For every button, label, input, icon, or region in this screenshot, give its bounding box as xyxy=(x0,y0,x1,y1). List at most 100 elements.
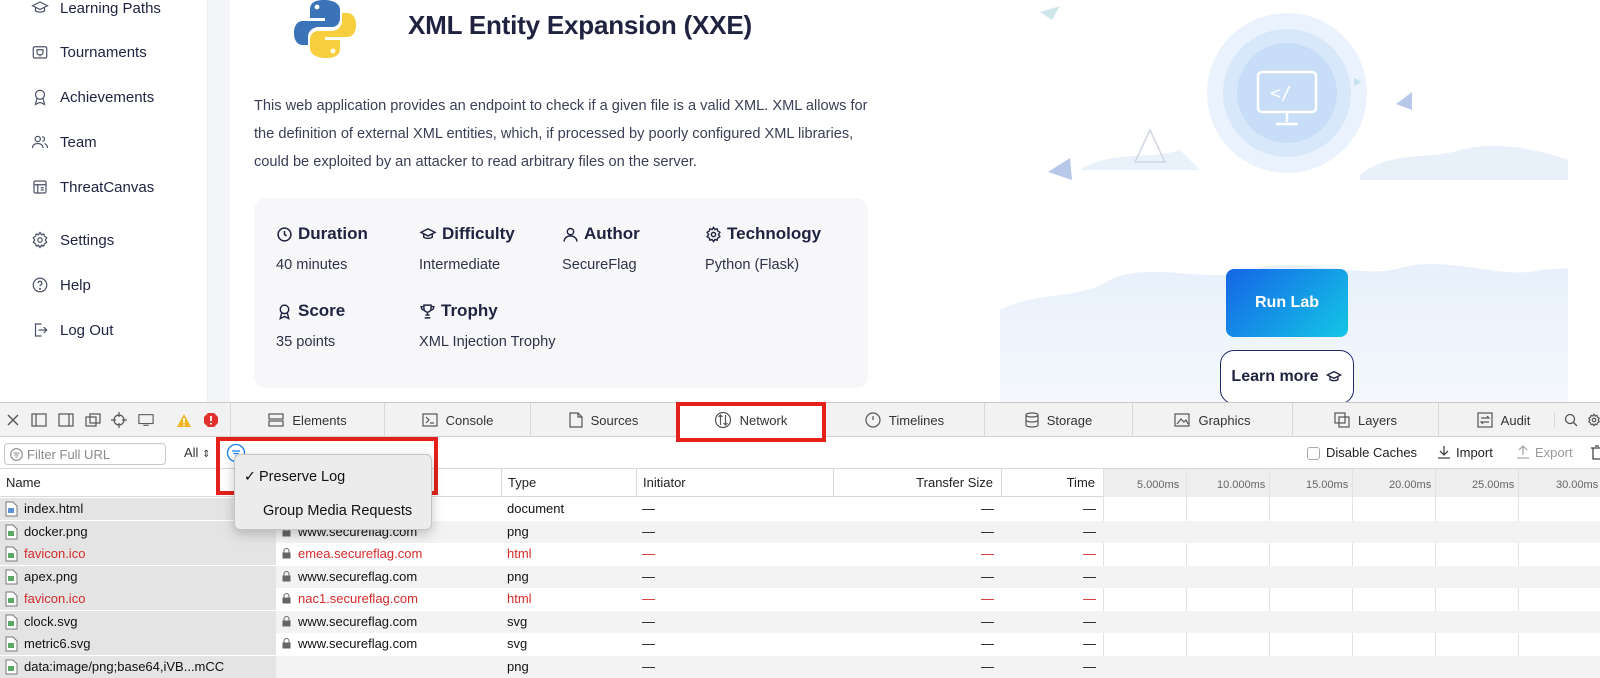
gear-icon xyxy=(30,230,50,250)
device-settings-icon[interactable] xyxy=(138,412,154,428)
sidebar-item-learning-paths[interactable]: Learning Paths xyxy=(30,0,161,20)
error-icon[interactable] xyxy=(203,412,219,428)
table-row[interactable]: favicon.ico nac1.secureflag.com html — — — xyxy=(0,588,1600,610)
technology-heading: Technology xyxy=(705,224,821,244)
request-transfer-size: — xyxy=(981,636,994,651)
column-initiator[interactable]: Initiator xyxy=(636,469,833,497)
request-name: clock.svg xyxy=(0,610,276,633)
request-initiator: — xyxy=(642,523,655,539)
request-name: apex.png xyxy=(0,565,276,588)
database-icon xyxy=(1025,412,1039,428)
run-lab-button[interactable]: Run Lab xyxy=(1226,269,1348,337)
sidebar-item-threatcanvas[interactable]: ThreatCanvas xyxy=(30,175,154,199)
table-row[interactable]: data:image/png;base64,iVB...mCC png — — — xyxy=(0,655,1600,678)
export-button[interactable]: Export xyxy=(1535,445,1573,460)
column-time[interactable]: Time xyxy=(1001,469,1103,497)
column-transfer-size[interactable]: Transfer Size xyxy=(833,469,1001,497)
disable-caches-checkbox[interactable] xyxy=(1307,447,1320,460)
table-row[interactable]: favicon.ico emea.secureflag.com html — — — xyxy=(0,543,1600,565)
request-initiator: — xyxy=(642,546,655,561)
import-button[interactable]: Import xyxy=(1456,445,1493,460)
tab-label: Console xyxy=(445,412,494,428)
request-time: — xyxy=(1083,523,1096,539)
user-icon xyxy=(563,227,578,242)
document-file-icon xyxy=(5,501,18,517)
tab-label: Storage xyxy=(1046,412,1093,428)
learn-more-label: Learn more xyxy=(1231,368,1319,385)
sidebar-item-team[interactable]: Team xyxy=(30,130,97,154)
timeline-tick: 15.00ms xyxy=(1306,479,1349,491)
clock-icon xyxy=(277,226,292,242)
stopwatch-icon xyxy=(865,412,881,428)
tab-network[interactable]: Network xyxy=(676,403,824,437)
tab-label: Elements xyxy=(292,412,347,428)
tab-console[interactable]: Console xyxy=(384,403,530,437)
element-selection-icon[interactable] xyxy=(111,412,127,428)
dock-right-icon[interactable] xyxy=(58,412,74,428)
menu-item-preserve-log[interactable]: ✓ Preserve Log xyxy=(235,462,433,492)
close-icon[interactable] xyxy=(5,412,21,428)
table-row[interactable]: apex.png www.secureflag.com png — — — xyxy=(0,565,1600,588)
sidebar-item-achievements[interactable]: Achievements xyxy=(30,85,154,109)
request-type: png xyxy=(507,658,529,674)
sidebar-item-logout[interactable]: Log Out xyxy=(30,318,113,342)
sidebar-item-label: Settings xyxy=(60,231,115,249)
timeline-tick: 20.00ms xyxy=(1389,479,1432,491)
sidebar-item-label: Learning Paths xyxy=(60,0,161,17)
clear-icon[interactable] xyxy=(1590,445,1600,460)
sidebar-item-settings[interactable]: Settings xyxy=(30,228,114,252)
column-type[interactable]: Type xyxy=(501,469,636,497)
tab-sources[interactable]: Sources xyxy=(530,403,676,437)
request-domain: www.secureflag.com xyxy=(298,613,418,629)
type-filter-select[interactable]: All ⇕ xyxy=(184,445,210,460)
request-time: — xyxy=(1083,546,1096,561)
image-file-icon xyxy=(5,659,18,674)
tab-label: Timelines xyxy=(888,412,945,428)
trophy-icon xyxy=(420,303,435,319)
learn-more-button[interactable]: Learn more xyxy=(1220,350,1354,404)
author-label: Author xyxy=(584,224,640,243)
tab-graphics[interactable]: Graphics xyxy=(1132,403,1292,437)
web-inspector: Elements Console Sources Network Timelin… xyxy=(0,402,1600,678)
table-row[interactable]: metric6.svg www.secureflag.com svg — — — xyxy=(0,633,1600,655)
team-icon xyxy=(30,132,50,152)
tab-elements[interactable]: Elements xyxy=(230,403,384,437)
award-icon xyxy=(30,87,50,107)
graduation-cap-icon xyxy=(30,0,50,18)
request-time: — xyxy=(1083,613,1096,629)
tab-storage[interactable]: Storage xyxy=(984,403,1132,437)
lab-description: This web application provides an endpoin… xyxy=(254,98,868,170)
dock-left-icon[interactable] xyxy=(31,412,47,428)
run-lab-label: Run Lab xyxy=(1255,294,1319,311)
trophy-heading: Trophy xyxy=(419,301,498,321)
tab-layers[interactable]: Layers xyxy=(1292,403,1438,437)
table-row[interactable]: clock.svg www.secureflag.com svg — — — xyxy=(0,610,1600,633)
menu-item-label: Preserve Log xyxy=(259,469,346,485)
author-value: SecureFlag xyxy=(562,257,637,273)
filter-url-input[interactable] xyxy=(4,443,166,465)
request-transfer-size: — xyxy=(981,523,994,539)
detach-window-icon[interactable] xyxy=(85,412,101,428)
search-icon[interactable] xyxy=(1554,412,1580,428)
tab-timelines[interactable]: Timelines xyxy=(824,403,984,437)
difficulty-heading: Difficulty xyxy=(419,224,515,244)
disable-caches-label: Disable Caches xyxy=(1326,445,1418,460)
graduation-cap-icon xyxy=(1325,370,1342,382)
request-initiator: — xyxy=(642,636,655,651)
gear-icon[interactable] xyxy=(1586,412,1600,428)
console-icon xyxy=(422,413,438,427)
sidebar-item-help[interactable]: Help xyxy=(30,273,91,297)
warning-icon[interactable] xyxy=(176,412,192,428)
type-filter-value: All xyxy=(184,445,199,460)
tab-label: Sources xyxy=(590,412,639,428)
request-time: — xyxy=(1083,568,1096,584)
request-initiator: — xyxy=(642,658,655,674)
menu-item-group-media-requests[interactable]: Group Media Requests xyxy=(235,496,433,526)
sidebar-item-tournaments[interactable]: Tournaments xyxy=(30,40,147,64)
layers-icon xyxy=(1334,412,1350,428)
checkmark-icon: ✓ xyxy=(243,469,256,485)
menu-item-label: Group Media Requests xyxy=(263,503,413,519)
request-name: favicon.ico xyxy=(0,543,276,565)
image-file-icon xyxy=(5,546,18,562)
tab-audit[interactable]: Audit xyxy=(1438,403,1568,437)
